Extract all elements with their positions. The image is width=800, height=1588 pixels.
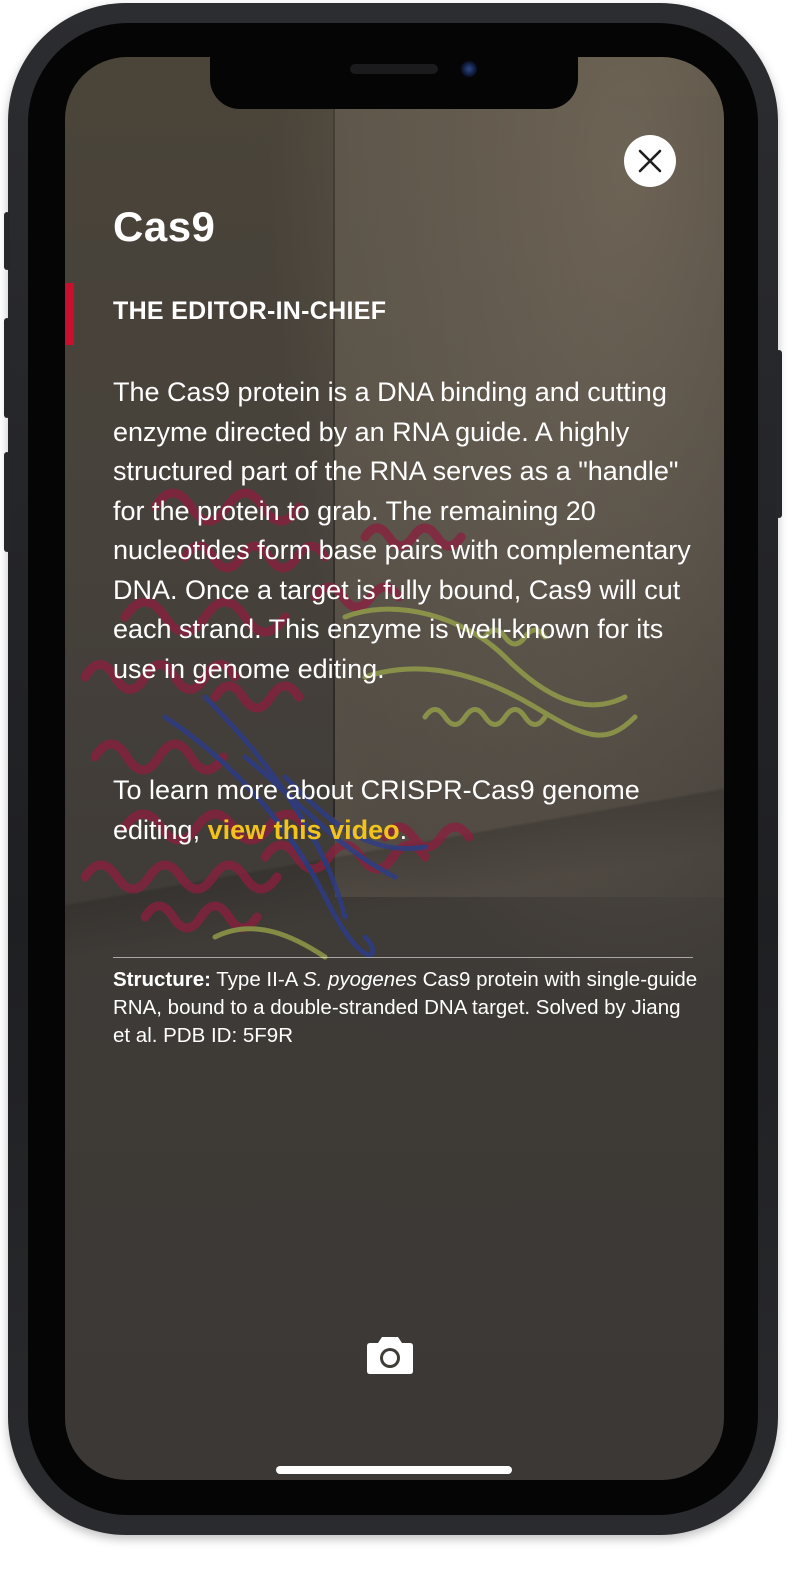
front-camera-icon [461,61,477,77]
view-video-link[interactable]: view this video [208,815,400,845]
page-title: Cas9 [113,203,216,250]
volume-down-button [4,452,10,552]
learn-more-text: To learn more about CRISPR-Cas9 genome e… [113,770,703,850]
caption-label: Structure: [113,968,211,991]
learn-more-suffix: . [399,815,408,845]
description-text: The Cas9 protein is a DNA binding and cu… [113,377,691,684]
volume-up-button [4,318,10,418]
caption-species: S. pyogenes [302,968,417,991]
caption-part1: Type II-A [210,968,303,991]
silent-switch [4,212,10,270]
earpiece-speaker [350,64,438,74]
home-indicator[interactable] [276,1466,512,1474]
structure-caption: Structure: Type II-A S. pyogenes Cas9 pr… [113,966,698,1050]
close-icon [638,149,662,173]
accent-bar [65,283,74,345]
section-subtitle: THE EDITOR-IN-CHIEF [113,297,387,325]
camera-button[interactable] [362,1332,418,1378]
power-button [776,350,782,518]
close-button[interactable] [624,135,676,187]
divider [113,957,693,958]
ar-screen: Cas9 THE EDITOR-IN-CHIEF The Cas9 protei… [65,57,724,1480]
camera-icon [367,1336,413,1374]
